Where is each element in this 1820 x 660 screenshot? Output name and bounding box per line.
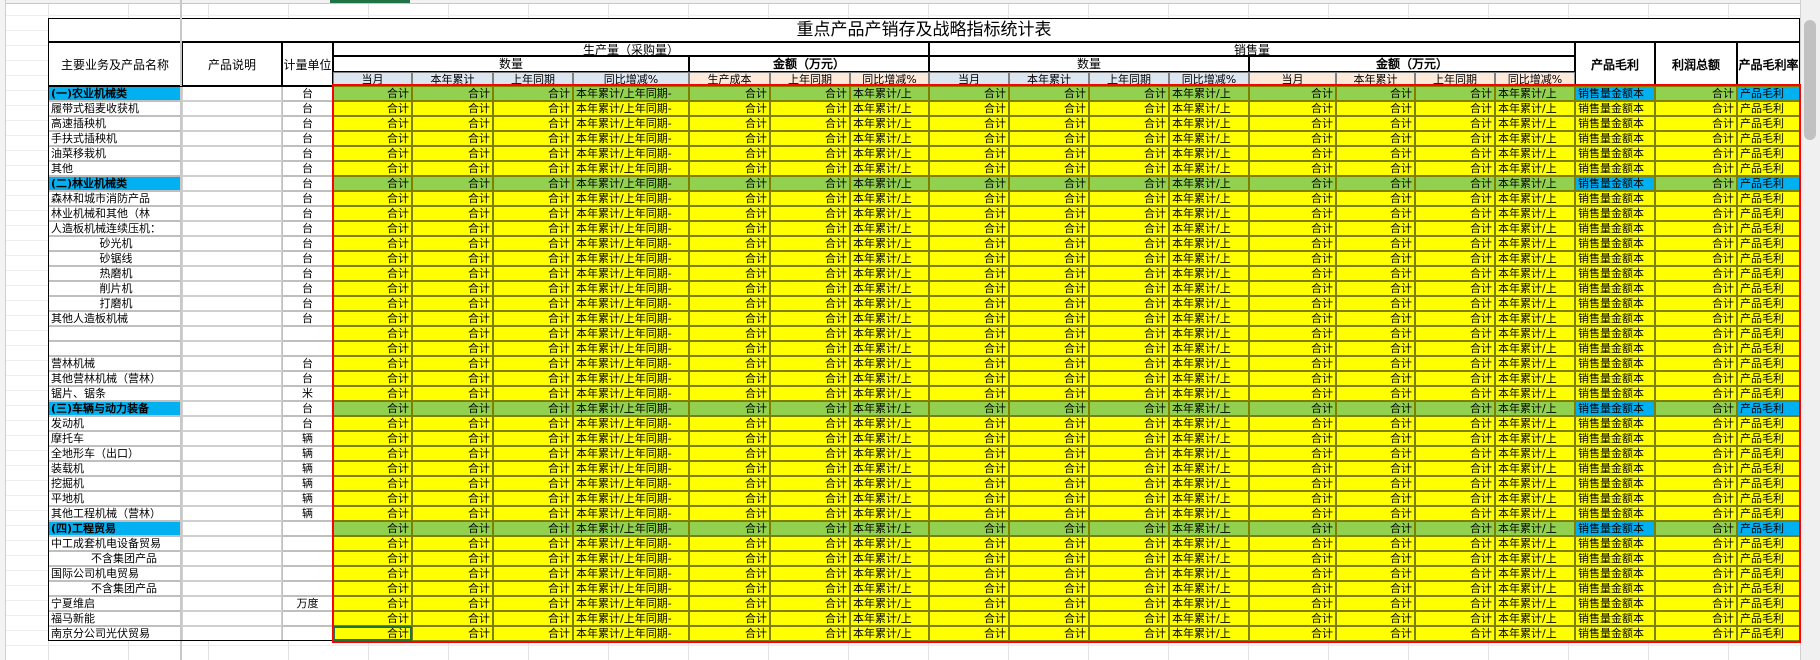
column-header-strip bbox=[0, 0, 1820, 4]
sheet-title[interactable]: 重点产品产销存及战略指标统计表 bbox=[48, 18, 1800, 42]
row-gutter bbox=[0, 0, 6, 660]
selection-border bbox=[332, 84, 1801, 643]
active-column-indicator bbox=[330, 0, 410, 3]
header-sales-qty[interactable]: 数量 bbox=[929, 56, 1249, 72]
gridline-horizontal bbox=[0, 15, 1820, 16]
header-main-col[interactable]: 主要业务及产品名称 bbox=[48, 42, 182, 86]
header-unit-col[interactable]: 计量单位 bbox=[282, 42, 333, 86]
header-gross-profit[interactable]: 产品毛利 bbox=[1575, 42, 1655, 86]
header-prod-qty[interactable]: 数量 bbox=[333, 56, 689, 72]
header-profit-total[interactable]: 利润总额 bbox=[1655, 42, 1737, 86]
header-prod-amount[interactable]: 金额（万元） bbox=[689, 56, 929, 72]
header-sales[interactable]: 销售量 bbox=[929, 42, 1575, 56]
active-cell[interactable] bbox=[333, 626, 412, 641]
gridline-horizontal bbox=[0, 645, 1820, 646]
scrollbar-thumb[interactable] bbox=[1804, 20, 1816, 140]
header-desc-col[interactable]: 产品说明 bbox=[182, 42, 282, 86]
left-block-border bbox=[48, 86, 333, 641]
spreadsheet-view[interactable]: 重点产品产销存及战略指标统计表 主要业务及产品名称 产品说明 计量单位 生产量（采购量）… bbox=[0, 0, 1820, 660]
header-production[interactable]: 生产量（采购量） bbox=[333, 42, 929, 56]
header-gross-profit-rate[interactable]: 产品毛利率 bbox=[1737, 42, 1800, 86]
header-sales-amount[interactable]: 金额（万元） bbox=[1249, 56, 1575, 72]
